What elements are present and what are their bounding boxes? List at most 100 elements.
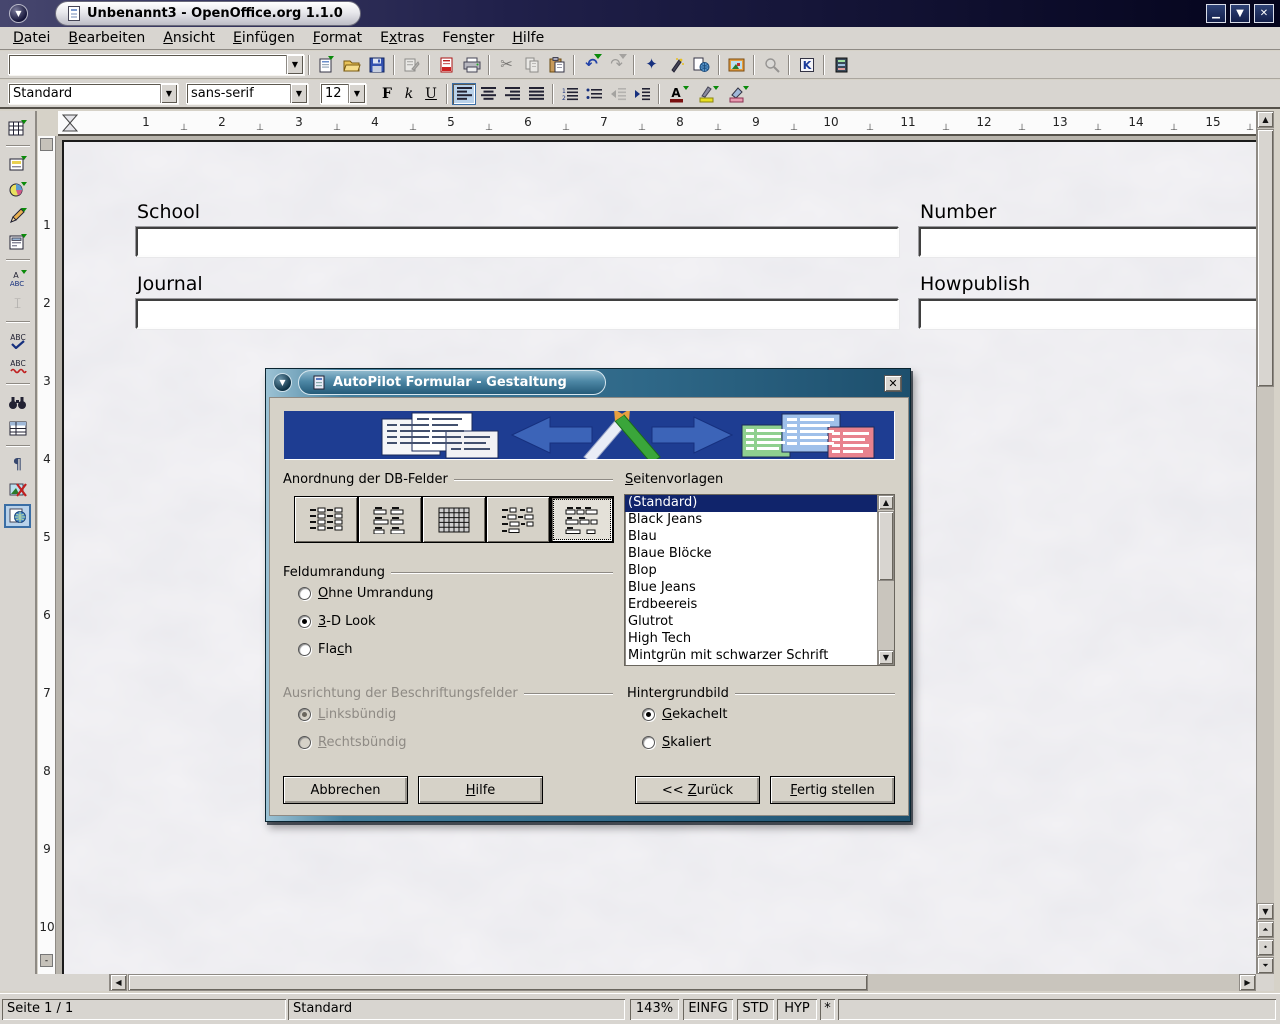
radio-tiled[interactable]: Gekachelt [642,707,727,722]
scroll-up-button[interactable]: ▲ [878,495,894,510]
form-field-number[interactable] [919,227,1256,257]
menu-einfuegen[interactable]: Einfügen [224,28,304,48]
list-item-standard[interactable]: (Standard) [625,495,877,512]
print-button[interactable] [459,53,484,77]
align-left-button[interactable] [452,83,476,105]
scroll-left-button[interactable]: ◀ [110,974,127,991]
scroll-up-button[interactable]: ▲ [1257,111,1274,128]
edit-file-button[interactable] [399,53,424,77]
font-name-dropdown[interactable]: ▼ [290,84,307,103]
copy-button[interactable] [519,53,544,77]
help-button[interactable]: Hilfe [418,776,543,804]
redo-button[interactable]: ↷ [604,53,629,77]
status-hyperlink-mode[interactable]: HYP [777,999,817,1020]
menu-bearbeiten[interactable]: Bearbeiten [59,28,154,48]
arrangement-blocks-labels-top-button[interactable] [550,496,614,543]
insert-table-button[interactable] [4,116,31,140]
horizontal-scrollbar[interactable]: ◀ ▶ [110,974,1256,991]
direct-cursor-button[interactable]: 𝙸 [4,292,31,316]
close-button[interactable]: ✕ [1254,4,1274,23]
undo-button[interactable]: ↶ [579,53,604,77]
load-url-combobox[interactable]: ▼ [8,54,304,75]
navigation-button[interactable]: • [1257,939,1274,956]
list-item[interactable]: Blau [625,529,877,546]
italic-button[interactable]: k [398,83,420,105]
scroll-right-button[interactable]: ▶ [1239,974,1256,991]
bold-button[interactable]: F [376,83,398,105]
form-functions-button[interactable] [4,230,31,254]
form-label-journal[interactable]: Journal [137,273,203,295]
scrollbar-thumb[interactable] [128,974,868,991]
vertical-ruler[interactable]: 1 2 3 4 5 6 7 8 9 10 - [38,136,56,974]
font-size-value[interactable]: 12 [321,84,348,103]
dialog-titlebar[interactable]: ▼ AutoPilot Formular - Gestaltung ✕ [266,369,910,397]
radio-scaled[interactable]: Skaliert [642,735,711,750]
zoom-button[interactable] [759,53,784,77]
list-item[interactable]: Black Jeans [625,512,877,529]
list-item[interactable]: Blop [625,563,877,580]
draw-functions-button[interactable] [4,204,31,228]
vertical-scrollbar[interactable]: ▲ ▼ ⏶ • ⏷ [1256,111,1274,974]
gallery-button[interactable] [724,53,749,77]
cancel-button[interactable]: Abbrechen [283,776,408,804]
font-color-button[interactable]: A [664,82,694,106]
arrangement-blocks-labels-left-button[interactable] [486,496,550,543]
horizontal-ruler[interactable]: 1 2 3 4 5 6 7 8 9 10 11 12 13 14 15 ⊥ ⊥ … [58,111,1256,136]
window-titlebar[interactable]: ▼ Unbenannt3 - OpenOffice.org 1.1.0 ▁ ▼ … [0,0,1280,27]
decrease-indent-button[interactable] [606,83,630,105]
indent-marker-icon[interactable] [62,114,78,132]
status-zoom[interactable]: 143% [630,999,679,1020]
scrollbar-thumb[interactable] [878,511,894,581]
spellcheck-button[interactable]: ABC [4,328,31,352]
font-name-combobox[interactable]: sans-serif ▼ [186,83,308,104]
scroll-down-button[interactable]: ▼ [878,650,894,665]
insert-object-button[interactable] [4,178,31,202]
paste-button[interactable] [544,53,569,77]
window-menu-button[interactable]: ▼ [9,4,28,23]
bullet-list-button[interactable] [582,83,606,105]
font-size-dropdown[interactable]: ▼ [348,84,365,103]
new-document-button[interactable] [314,53,339,77]
form-field-howpublish[interactable] [919,299,1256,329]
data-sources-toggle-button[interactable] [4,416,31,440]
menu-extras[interactable]: Extras [371,28,433,48]
menu-hilfe[interactable]: Hilfe [503,28,553,48]
previous-page-button[interactable]: ⏶ [1257,921,1274,938]
form-field-journal[interactable] [136,299,899,329]
list-item[interactable]: Erdbeereis [625,597,877,614]
insert-frame-button[interactable] [4,152,31,176]
stylist-button[interactable] [664,53,689,77]
radio-3d-look[interactable]: 3-D Look [298,614,376,629]
menu-format[interactable]: Format [304,28,371,48]
form-label-number[interactable]: Number [920,201,996,223]
scrollbar-thumb[interactable] [1257,129,1274,387]
open-button[interactable] [339,53,364,77]
arrangement-datasheet-button[interactable] [422,496,486,543]
load-url-dropdown-button[interactable]: ▼ [286,55,303,74]
cut-button[interactable]: ✂ [494,53,519,77]
list-item[interactable]: Mintgrün mit schwarzer Schrift [625,648,877,665]
font-size-combobox[interactable]: 12 ▼ [320,83,366,104]
next-page-button[interactable]: ⏷ [1257,957,1274,974]
find-replace-button[interactable] [4,390,31,414]
navigator-button[interactable]: ✦ [639,53,664,77]
form-field-school[interactable] [136,227,899,257]
paragraph-background-button[interactable] [724,82,754,106]
ruler-margin-box[interactable]: - [40,954,53,967]
underline-button[interactable]: U [420,83,442,105]
page-styles-listbox[interactable]: (Standard) Black Jeans Blau Blaue Blöcke… [624,494,895,666]
back-button[interactable]: << Zurück [635,776,760,804]
minimize-button[interactable]: ▁ [1206,4,1226,23]
arrangement-columns-labels-left-button[interactable] [294,496,358,543]
shade-button[interactable]: ▼ [1230,4,1250,23]
ruler-margin-box[interactable] [40,138,53,151]
list-item[interactable]: High Tech [625,631,877,648]
finish-button[interactable]: Fertig stellen [770,776,895,804]
dialog-close-button[interactable]: ✕ [884,375,902,392]
status-page[interactable]: Seite 1 / 1 [2,999,286,1020]
data-sources-button[interactable] [829,53,854,77]
paragraph-style-combobox[interactable]: Standard ▼ [8,83,178,104]
radio-no-border[interactable]: Ohne Umrandung [298,586,434,601]
list-item[interactable]: Glutrot [625,614,877,631]
autotext-button[interactable]: AABC [4,266,31,290]
